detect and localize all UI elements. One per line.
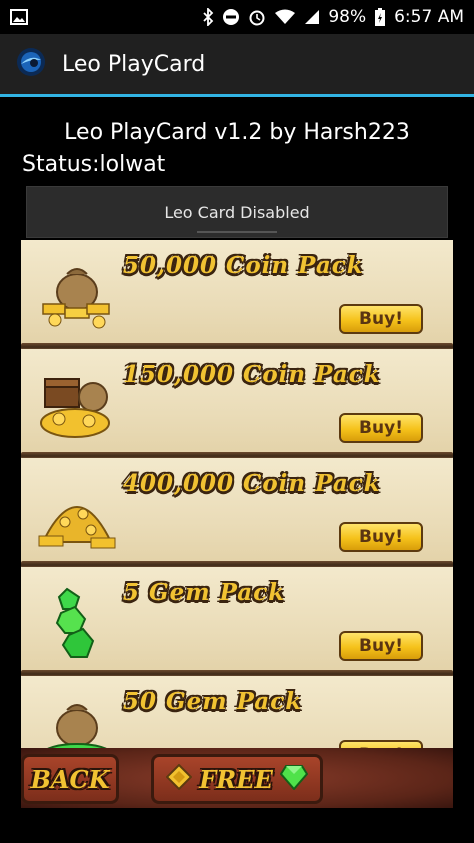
free-button[interactable]: FREE [151, 754, 323, 804]
clock: 6:57 AM [394, 7, 464, 27]
status-bar: 98% 6:57 AM [0, 0, 474, 34]
buy-button[interactable]: Buy! [339, 522, 423, 552]
app-bar: Leo PlayCard [0, 34, 474, 94]
app-bar-divider [0, 94, 474, 97]
do-not-disturb-icon [222, 8, 240, 26]
alarm-icon [248, 8, 266, 26]
status-text: Status:lolwat [22, 152, 166, 177]
gold-pile-icon [35, 476, 119, 556]
toggle-label: Leo Card Disabled [164, 202, 310, 222]
treasure-chest-icon [35, 367, 119, 447]
store-item: 50,000 Coin Pack Buy! [21, 240, 453, 350]
back-label: BACK [30, 764, 110, 794]
item-label: 400,000 Coin Pack [123, 470, 381, 497]
free-label: FREE [199, 764, 273, 794]
app-logo-icon [16, 47, 46, 81]
store-panel: 50,000 Coin Pack Buy! 150,000 Coin Pack … [21, 240, 453, 803]
battery-percent: 98% [328, 7, 367, 27]
image-icon [10, 9, 28, 25]
signal-icon [304, 9, 320, 25]
store-footer: BACK FREE [21, 748, 453, 808]
gems-icon [35, 585, 119, 665]
item-label: 150,000 Coin Pack [123, 361, 381, 388]
toggle-indicator [197, 231, 277, 233]
coin-bag-icon [35, 258, 119, 338]
item-label: 50,000 Coin Pack [123, 252, 364, 279]
app-title: Leo PlayCard [62, 51, 206, 77]
store-item: 400,000 Coin Pack Buy! [21, 458, 453, 568]
buy-button[interactable]: Buy! [339, 304, 423, 334]
item-label: 50 Gem Pack [123, 688, 303, 715]
buy-button[interactable]: Buy! [339, 631, 423, 661]
battery-charging-icon [374, 7, 386, 27]
store-item: 5 Gem Pack Buy! [21, 567, 453, 677]
back-button[interactable]: BACK [21, 754, 119, 804]
buy-button[interactable]: Buy! [339, 413, 423, 443]
store-item: 150,000 Coin Pack Buy! [21, 349, 453, 459]
wifi-icon [274, 9, 296, 25]
bluetooth-icon [202, 8, 214, 26]
app-headline: Leo PlayCard v1.2 by Harsh223 [64, 120, 410, 145]
coin-diamond-icon [165, 763, 193, 794]
navigation-bar [0, 808, 474, 843]
green-gem-icon [279, 764, 309, 794]
leo-card-toggle-button[interactable]: Leo Card Disabled [26, 186, 448, 238]
item-label: 5 Gem Pack [123, 579, 286, 606]
